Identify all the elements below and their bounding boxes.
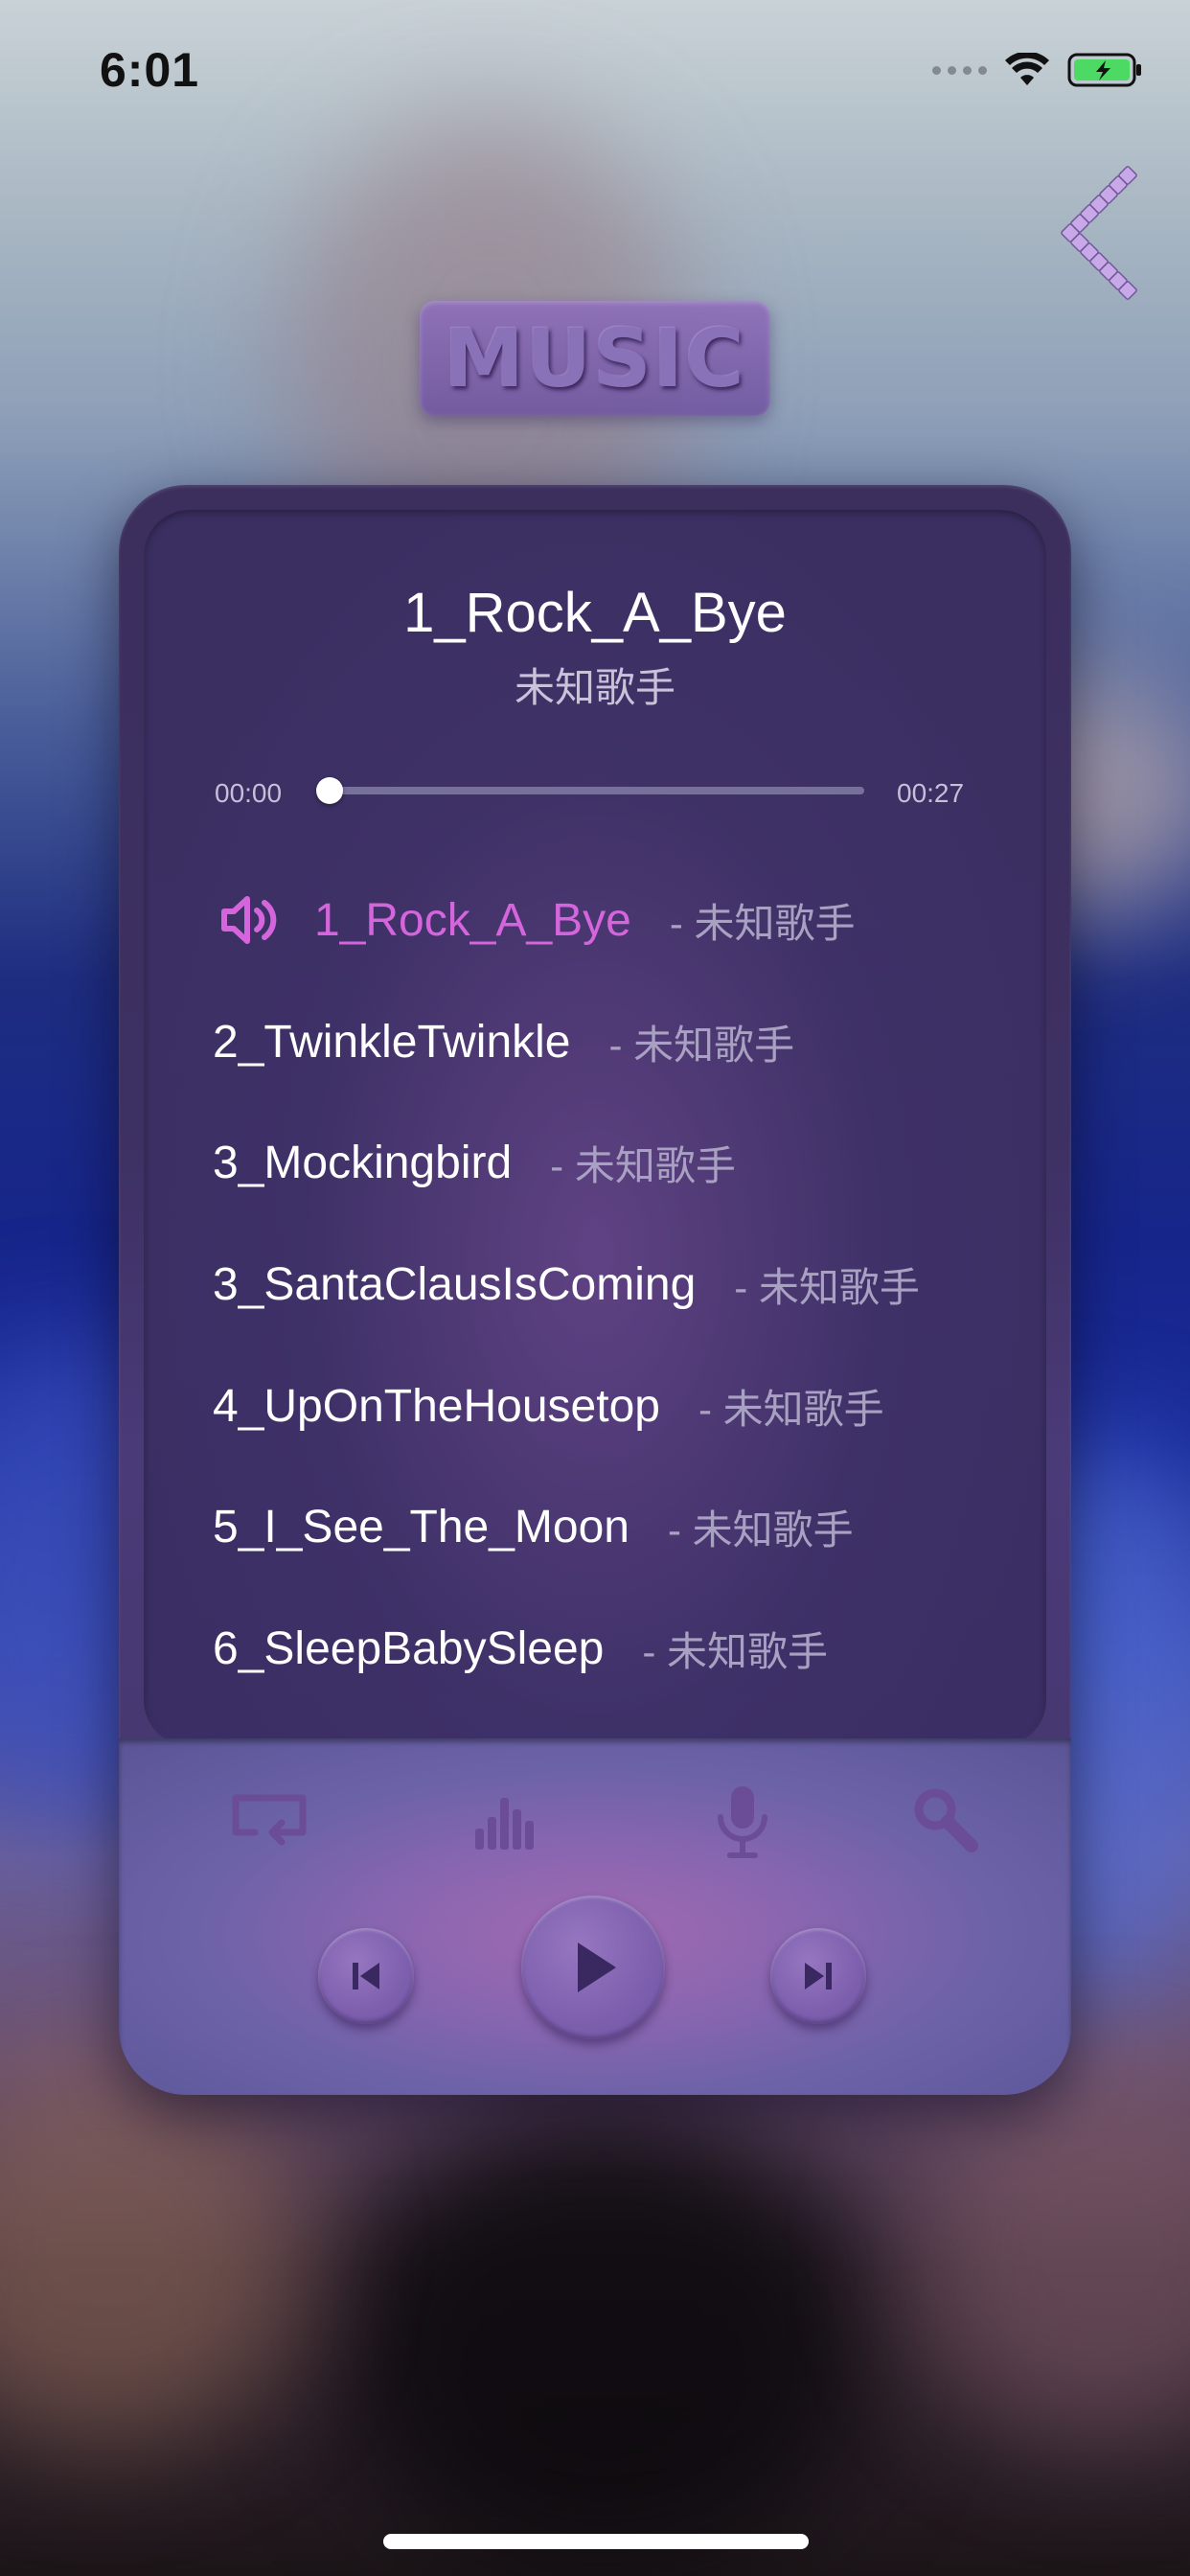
control-panel	[119, 1738, 1071, 2095]
track-name: 4_UpOnTheHousetop	[213, 1380, 660, 1432]
track-name: 3_Mockingbird	[213, 1137, 513, 1188]
track-artist: - 未知歌手	[669, 900, 856, 946]
battery-charging-icon	[1067, 53, 1141, 87]
chevron-left-icon	[1061, 166, 1137, 300]
play-icon	[578, 1943, 616, 1992]
background-blur	[910, 2060, 1190, 2444]
list-item[interactable]: 5_I_See_The_Moon - 未知歌手	[213, 1493, 854, 1560]
skip-previous-icon	[353, 1963, 379, 1990]
list-item[interactable]: 3_Mockingbird - 未知歌手	[213, 1129, 736, 1196]
background-blur	[335, 2108, 872, 2568]
now-playing-artist: 未知歌手	[514, 665, 675, 710]
track-name: 5_I_See_The_Moon	[213, 1501, 629, 1552]
microphone-icon	[718, 1786, 767, 1858]
search-icon	[914, 1788, 978, 1852]
list-item[interactable]: 4_UpOnTheHousetop - 未知歌手	[213, 1372, 884, 1439]
home-indicator[interactable]	[383, 2534, 809, 2549]
skip-next-icon	[805, 1963, 832, 1990]
status-icons	[932, 52, 1144, 88]
status-time: 6:01	[100, 43, 200, 97]
music-badge: MUSIC	[420, 301, 770, 416]
track-artist: - 未知歌手	[668, 1506, 854, 1552]
cellular-dots-icon	[932, 65, 987, 75]
track-name: 6_SleepBabySleep	[213, 1622, 605, 1674]
equalizer-icon	[475, 1798, 534, 1850]
list-item[interactable]: 6_SleepBabySleep - 未知歌手	[213, 1615, 828, 1682]
track-name: 3_SantaClausIsComing	[213, 1258, 697, 1310]
repeat-button[interactable]	[226, 1779, 312, 1865]
progress-slider[interactable]	[316, 777, 864, 804]
progress-knob[interactable]	[316, 777, 343, 804]
search-button[interactable]	[903, 1779, 989, 1865]
track-artist: - 未知歌手	[734, 1264, 920, 1310]
background-blur	[0, 2060, 307, 2444]
equalizer-button[interactable]	[466, 1779, 552, 1865]
music-player-screen: 6:01 MUSIC 1_Rock_A_Bye 未知歌手 00:00 00:27…	[0, 0, 1190, 2576]
microphone-button[interactable]	[699, 1779, 786, 1865]
back-button[interactable]	[1035, 163, 1140, 307]
repeat-icon	[232, 1794, 307, 1846]
track-name: 2_TwinkleTwinkle	[213, 1016, 571, 1068]
track-name: 1_Rock_A_Bye	[314, 894, 631, 946]
next-button[interactable]	[770, 1928, 866, 2024]
previous-button[interactable]	[318, 1928, 414, 2024]
list-item[interactable]: 2_TwinkleTwinkle - 未知歌手	[213, 1008, 794, 1075]
track-artist: - 未知歌手	[608, 1022, 795, 1068]
track-artist: - 未知歌手	[550, 1142, 736, 1188]
now-playing-title: 1_Rock_A_Bye	[403, 582, 787, 644]
wifi-icon	[1005, 53, 1049, 85]
track-artist: - 未知歌手	[642, 1628, 828, 1674]
total-duration: 00:27	[897, 778, 965, 808]
speaker-icon	[221, 896, 277, 944]
track-artist: - 未知歌手	[698, 1386, 884, 1432]
list-item[interactable]: 1_Rock_A_Bye - 未知歌手	[220, 886, 856, 954]
list-item[interactable]: 3_SantaClausIsComing - 未知歌手	[213, 1251, 920, 1318]
play-button[interactable]	[521, 1896, 665, 2039]
music-badge-label: MUSIC	[444, 311, 746, 405]
elapsed-time: 00:00	[215, 778, 283, 808]
